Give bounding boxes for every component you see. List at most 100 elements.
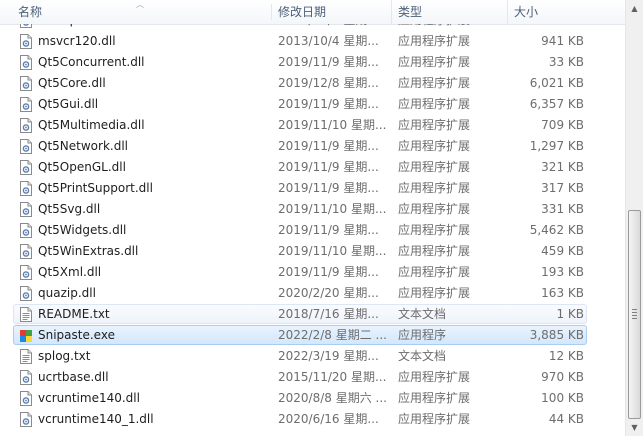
file-date-modified: 2022/2/8 星期二 ... — [278, 328, 387, 342]
file-size: 193 KB — [541, 265, 584, 279]
file-name: README.txt — [38, 307, 110, 321]
file-explorer-details-view: ︿ 名称 修改日期 类型 大小 msvcp140.dll 2019/11/9 星期… — [0, 0, 643, 436]
file-date-modified: 2019/11/9 星期... — [278, 181, 379, 195]
column-header-bar: ︿ 名称 修改日期 类型 大小 — [0, 0, 625, 25]
file-name: Qt5Xml.dll — [38, 265, 102, 279]
file-size: 321 KB — [541, 160, 584, 174]
file-size: 1,297 KB — [529, 139, 584, 153]
file-name: Qt5Core.dll — [38, 76, 106, 90]
column-header-date-modified[interactable]: 修改日期 — [272, 0, 392, 24]
file-type: 应用程序扩展 — [398, 370, 471, 384]
file-row[interactable]: msvcr120.dll 2013/10/4 星期... 应用程序扩展 941 KB — [0, 31, 625, 52]
file-date-modified: 2019/11/10 星期... — [278, 202, 387, 216]
file-row[interactable]: README.txt 2018/7/16 星期... 文本文档 1 KB — [0, 304, 625, 325]
file-date-modified: 2020/8/8 星期六 ... — [278, 391, 387, 405]
file-size: 6,021 KB — [529, 76, 584, 90]
dll-file-icon — [19, 97, 33, 112]
file-size: 970 KB — [541, 370, 584, 384]
dll-file-icon — [19, 118, 33, 133]
file-date-modified: 2019/11/9 星期... — [278, 55, 379, 69]
file-name: Qt5WinExtras.dll — [38, 244, 139, 258]
file-size: 1 KB — [556, 307, 584, 321]
file-row[interactable]: Qt5WinExtras.dll 2019/11/10 星期... 应用程序扩展 45… — [0, 241, 625, 262]
file-type: 应用程序扩展 — [398, 181, 471, 195]
dll-file-icon — [19, 76, 33, 91]
file-size: 459 KB — [541, 244, 584, 258]
column-header-name[interactable]: 名称 — [12, 0, 272, 24]
dll-file-icon — [19, 391, 33, 406]
file-type: 应用程序 — [398, 328, 447, 342]
file-name: Snipaste.exe — [38, 328, 115, 342]
dll-file-icon — [19, 223, 33, 238]
file-row[interactable]: Qt5Multimedia.dll 2019/11/10 星期... 应用程序扩展 7… — [0, 115, 625, 136]
file-row[interactable]: Qt5Xml.dll 2019/11/9 星期... 应用程序扩展 193 KB — [0, 262, 625, 283]
file-rows: msvcp140.dll2019/11/9 星期...应用程序扩展625 KBm… — [0, 24, 625, 430]
file-type: 应用程序扩展 — [398, 265, 471, 279]
file-type: 应用程序扩展 — [398, 34, 471, 48]
file-row[interactable]: quazip.dll 2020/2/20 星期... 应用程序扩展 163 KB — [0, 283, 625, 304]
column-header-type[interactable]: 类型 — [392, 0, 508, 24]
file-type: 应用程序扩展 — [398, 244, 471, 258]
dll-file-icon — [19, 412, 33, 427]
file-row[interactable]: msvcp140.dll 2019/11/9 星期... 应用程序扩展 625 KB — [0, 24, 625, 31]
file-date-modified: 2019/11/9 星期... — [278, 24, 379, 31]
file-row[interactable]: Qt5PrintSupport.dll 2019/11/9 星期... 应用程序扩展… — [0, 178, 625, 199]
file-row[interactable]: Qt5Svg.dll 2019/11/10 星期... 应用程序扩展 331 KB — [0, 199, 625, 220]
file-type: 文本文档 — [398, 349, 447, 363]
file-name: Qt5Concurrent.dll — [38, 55, 145, 69]
file-size: 625 KB — [505, 24, 584, 31]
file-size: 5,462 KB — [529, 223, 584, 237]
file-row[interactable]: vcruntime140.dll 2020/8/8 星期六 ... 应用程序扩展 10… — [0, 388, 625, 409]
file-row[interactable]: Qt5Core.dll 2019/12/8 星期... 应用程序扩展 6,021 KB — [0, 73, 625, 94]
file-size: 44 KB — [548, 412, 584, 426]
file-size: 331 KB — [541, 202, 584, 216]
file-name: quazip.dll — [38, 286, 96, 300]
dll-file-icon — [19, 265, 33, 280]
file-row[interactable]: Qt5Concurrent.dll 2019/11/9 星期... 应用程序扩展 33… — [0, 52, 625, 73]
dll-file-icon — [19, 55, 33, 70]
vertical-scrollbar[interactable]: ▲ ▼ — [625, 0, 643, 436]
file-type: 应用程序扩展 — [398, 24, 470, 31]
file-date-modified: 2020/2/20 星期... — [278, 286, 379, 300]
file-name: Qt5Widgets.dll — [38, 223, 127, 237]
file-date-modified: 2019/11/9 星期... — [278, 223, 379, 237]
snipaste-app-icon — [19, 328, 33, 343]
file-size: 3,885 KB — [529, 328, 584, 342]
file-row[interactable]: splog.txt 2022/3/19 星期... 文本文档 12 KB — [0, 346, 625, 367]
dll-file-icon — [19, 244, 33, 259]
dll-file-icon — [19, 370, 33, 385]
file-date-modified: 2018/7/16 星期... — [278, 307, 379, 321]
file-row[interactable]: Qt5Gui.dll 2019/11/9 星期... 应用程序扩展 6,357 KB — [0, 94, 625, 115]
scroll-up-arrow-icon[interactable]: ▲ — [626, 0, 643, 17]
file-size: 33 KB — [548, 55, 584, 69]
file-row[interactable]: vcruntime140_1.dll 2020/6/16 星期... 应用程序扩展 4… — [0, 409, 625, 430]
file-name: msvcr120.dll — [38, 34, 116, 48]
file-name: ucrtbase.dll — [38, 370, 109, 384]
file-name: Qt5Svg.dll — [38, 202, 101, 216]
file-row[interactable]: Snipaste.exe 2022/2/8 星期二 ... 应用程序 3,885 KB — [0, 325, 625, 346]
file-row[interactable]: ucrtbase.dll 2015/11/20 星期... 应用程序扩展 970 KB — [0, 367, 625, 388]
file-date-modified: 2019/11/9 星期... — [278, 139, 379, 153]
file-date-modified: 2015/11/20 星期... — [278, 370, 387, 384]
file-date-modified: 2013/10/4 星期... — [278, 34, 379, 48]
column-header-size[interactable]: 大小 — [508, 0, 590, 24]
file-type: 应用程序扩展 — [398, 286, 471, 300]
file-name: Qt5OpenGL.dll — [38, 160, 126, 174]
file-name: Qt5PrintSupport.dll — [38, 181, 153, 195]
scroll-down-arrow-icon[interactable]: ▼ — [626, 419, 643, 436]
dll-file-icon — [19, 202, 33, 217]
file-name: vcruntime140.dll — [38, 391, 140, 405]
file-size: 6,357 KB — [529, 97, 584, 111]
file-type: 应用程序扩展 — [398, 391, 471, 405]
file-date-modified: 2022/3/19 星期... — [278, 349, 379, 363]
file-row[interactable]: Qt5Network.dll 2019/11/9 星期... 应用程序扩展 1,297… — [0, 136, 625, 157]
file-size: 941 KB — [541, 34, 584, 48]
dll-file-icon — [19, 160, 33, 175]
file-row[interactable]: Qt5OpenGL.dll 2019/11/9 星期... 应用程序扩展 321 KB — [0, 157, 625, 178]
file-date-modified: 2020/6/16 星期... — [278, 412, 379, 426]
file-row[interactable]: Qt5Widgets.dll 2019/11/9 星期... 应用程序扩展 5,462… — [0, 220, 625, 241]
file-date-modified: 2019/11/9 星期... — [278, 265, 379, 279]
scrollbar-thumb[interactable] — [628, 210, 641, 419]
dll-file-icon — [19, 286, 33, 301]
file-name: Qt5Network.dll — [38, 139, 128, 153]
